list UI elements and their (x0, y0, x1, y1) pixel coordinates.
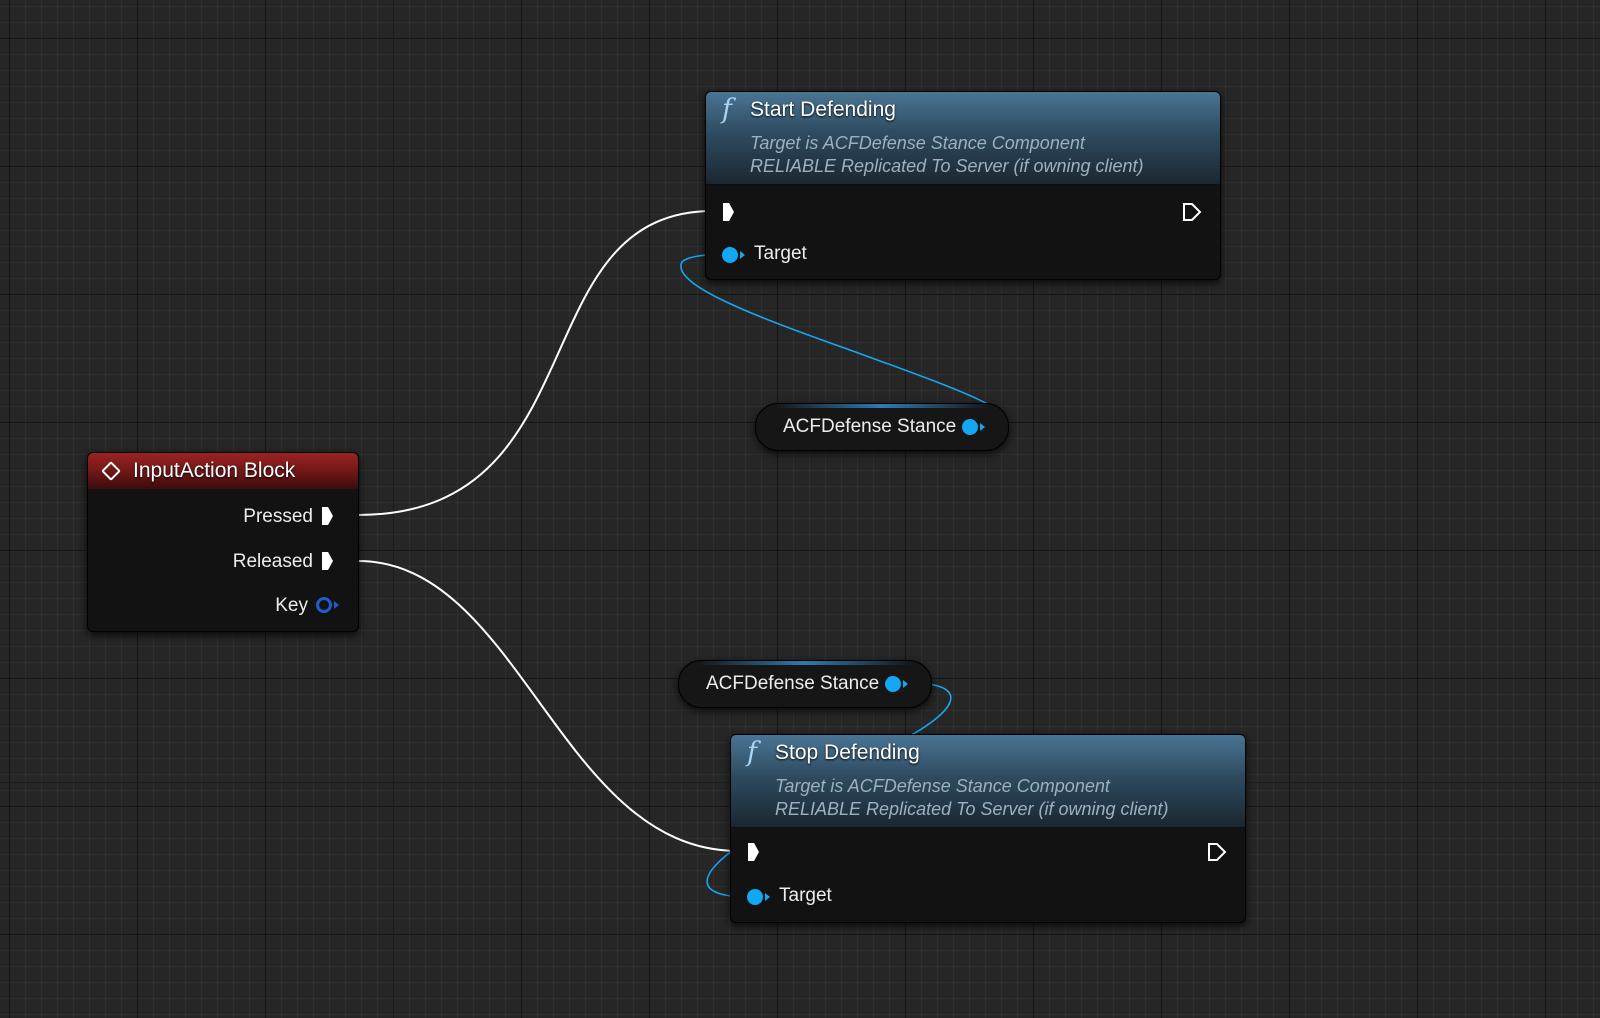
target-pin-arrow (765, 893, 770, 901)
exec-out-pin[interactable] (1182, 202, 1202, 222)
node-subtitle: Target is ACFDefense Stance Component RE… (750, 132, 1144, 178)
function-icon: f (722, 94, 732, 125)
target-label: Target (754, 243, 807, 264)
variable-pin-arrow (980, 423, 985, 431)
exec-wire-pressed[interactable] (357, 210, 714, 516)
target-pin[interactable] (722, 247, 738, 263)
variable-label: ACFDefense Stance (706, 673, 880, 694)
subtitle-line-2: RELIABLE Replicated To Server (if owning… (775, 799, 1169, 819)
node-title: InputAction Block (133, 459, 296, 482)
variable-pin-arrow (903, 680, 908, 688)
node-subtitle: Target is ACFDefense Stance Component RE… (775, 775, 1169, 821)
target-pin-arrow (740, 251, 745, 259)
released-label: Released (232, 551, 313, 572)
defense-stance-variable-bottom[interactable]: ACFDefense Stance (678, 660, 932, 708)
exec-wire-released[interactable] (357, 560, 739, 852)
variable-output-pin[interactable] (962, 419, 978, 435)
pressed-label: Pressed (243, 506, 313, 527)
input-action-header[interactable]: InputAction Block (88, 453, 358, 489)
start-defending-header[interactable]: f Start Defending Target is ACFDefense S… (706, 92, 1220, 185)
subtitle-line-1: Target is ACFDefense Stance Component (750, 133, 1085, 153)
stop-defending-header[interactable]: f Stop Defending Target is ACFDefense St… (731, 735, 1245, 828)
exec-in-pin[interactable] (723, 203, 734, 221)
variable-output-pin[interactable] (885, 676, 901, 692)
subtitle-line-1: Target is ACFDefense Stance Component (775, 776, 1110, 796)
key-pin-arrow (334, 601, 339, 609)
key-label: Key (275, 595, 308, 616)
exec-in-pin[interactable] (748, 843, 759, 861)
key-struct-pin[interactable] (316, 597, 332, 613)
variable-label: ACFDefense Stance (783, 416, 957, 437)
defense-stance-variable-top[interactable]: ACFDefense Stance (755, 403, 1009, 451)
function-icon: f (747, 737, 757, 768)
stop-defending-node[interactable]: f Stop Defending Target is ACFDefense St… (730, 734, 1246, 923)
target-pin[interactable] (747, 889, 763, 905)
event-diamond-icon (101, 461, 121, 481)
subtitle-line-2: RELIABLE Replicated To Server (if owning… (750, 156, 1144, 176)
node-title: Start Defending (750, 98, 896, 121)
input-action-node[interactable]: InputAction Block Pressed Released Key (87, 452, 359, 632)
released-exec-pin[interactable] (322, 552, 333, 570)
pressed-exec-pin[interactable] (322, 507, 333, 525)
node-title: Stop Defending (775, 741, 920, 764)
start-defending-node[interactable]: f Start Defending Target is ACFDefense S… (705, 91, 1221, 280)
exec-out-pin[interactable] (1207, 842, 1227, 862)
target-label: Target (779, 885, 832, 906)
